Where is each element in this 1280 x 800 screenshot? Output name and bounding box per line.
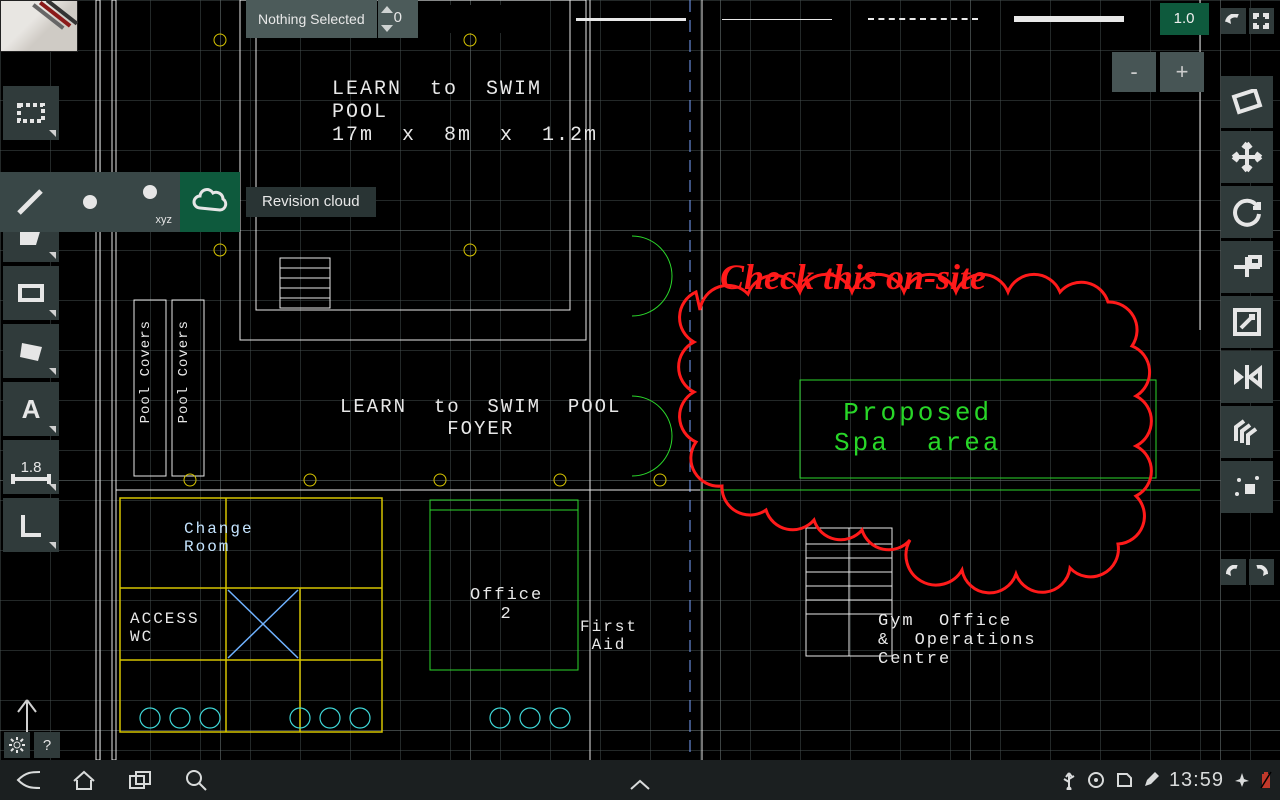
label-accesswc: ACCESS WC: [130, 610, 200, 646]
nav-recent[interactable]: [112, 760, 168, 800]
zoom-in-button[interactable]: +: [1160, 52, 1204, 92]
expand-icon: [49, 542, 56, 549]
label-change: Change Room: [184, 520, 254, 556]
tool-align[interactable]: [1221, 241, 1273, 293]
annotation-check: Check this on-site: [720, 256, 986, 298]
tool-offset[interactable]: [1221, 406, 1273, 458]
markup-flyout: xyz Revision cloud: [0, 172, 376, 232]
flyout-label: Revision cloud: [246, 187, 376, 217]
tool-erase[interactable]: [1221, 76, 1273, 128]
selection-status[interactable]: Nothing Selected: [246, 0, 377, 38]
drawing-thumbnail[interactable]: [0, 0, 78, 52]
label-office2: Office 2: [470, 586, 543, 624]
tool-revision-cloud[interactable]: [180, 172, 240, 232]
tool-rectangle[interactable]: [3, 266, 59, 320]
tool-explode[interactable]: [1221, 461, 1273, 513]
usb-icon: [1061, 770, 1077, 790]
clock: 13:59: [1169, 769, 1224, 792]
expand-icon: [49, 484, 56, 491]
nav-search[interactable]: [168, 760, 224, 800]
lineweight-value[interactable]: 1.0: [1160, 3, 1209, 35]
nav-home[interactable]: [56, 760, 112, 800]
battery-icon: [1260, 771, 1272, 789]
right-toolbar: [1220, 8, 1274, 585]
tool-line[interactable]: [0, 172, 60, 232]
label-firstaid: First Aid: [580, 618, 638, 654]
color-swatch[interactable]: [450, 5, 542, 33]
step-back-button[interactable]: [1221, 559, 1246, 585]
linetype-solid[interactable]: [576, 8, 686, 30]
tool-rotate[interactable]: [1221, 186, 1273, 238]
tool-move[interactable]: [1221, 131, 1273, 183]
label-pool: LEARN to SWIM POOL 17m x 8m x 1.2m: [332, 78, 598, 147]
linetype-heavy[interactable]: [1014, 8, 1124, 30]
tool-text[interactable]: A: [3, 382, 59, 436]
nav-back[interactable]: [0, 760, 56, 800]
tool-select[interactable]: [3, 86, 59, 140]
tool-mirror[interactable]: [1221, 351, 1273, 403]
expand-icon: [49, 310, 56, 317]
linetype-thin[interactable]: [722, 8, 832, 30]
status-icons[interactable]: 13:59: [1061, 769, 1280, 792]
counter-value: 0: [394, 9, 402, 26]
edit-icon: [1143, 772, 1159, 788]
left-toolbar: A 1.8: [0, 86, 62, 552]
undo-button[interactable]: [1221, 8, 1246, 34]
bottom-left-controls: ?: [4, 732, 60, 758]
zoom-controls: - +: [1112, 52, 1204, 92]
label-spa: Proposed Spa area: [834, 398, 1001, 458]
label-poolcovers1: Pool Covers: [138, 320, 154, 423]
tool-point[interactable]: [60, 172, 120, 232]
linetype-dashed[interactable]: [868, 8, 978, 30]
sync-icon: [1087, 771, 1105, 789]
expand-icon: [49, 368, 56, 375]
expand-icon: [49, 130, 56, 137]
step-fwd-button[interactable]: [1249, 559, 1274, 585]
cad-canvas[interactable]: LEARN to SWIM POOL 17m x 8m x 1.2m LEARN…: [0, 0, 1280, 760]
drawing-layer: [0, 0, 1280, 760]
system-bar: 13:59: [0, 760, 1280, 800]
expand-icon: [49, 426, 56, 433]
label-poolcovers2: Pool Covers: [176, 320, 192, 423]
settings-button[interactable]: [4, 732, 30, 758]
counter-spinner[interactable]: 0: [378, 0, 418, 38]
help-button[interactable]: ?: [34, 732, 60, 758]
label-gym: Gym Office & Operations Centre: [878, 612, 1037, 669]
spinner-up-icon[interactable]: [381, 6, 393, 13]
top-toolbar: Nothing Selected 0 1.0: [246, 0, 1209, 38]
tool-dimension[interactable]: 1.8: [3, 440, 59, 494]
tool-xyz[interactable]: xyz: [120, 172, 180, 232]
tool-perpendicular[interactable]: [3, 498, 59, 552]
expand-icon: [49, 252, 56, 259]
spinner-down-icon[interactable]: [381, 25, 393, 32]
tool-scale[interactable]: [1221, 296, 1273, 348]
airplane-icon: [1234, 772, 1250, 788]
zoom-out-button[interactable]: -: [1112, 52, 1156, 92]
fullscreen-button[interactable]: [1249, 8, 1274, 34]
sdcard-icon: [1115, 772, 1133, 788]
tool-polygon[interactable]: [3, 324, 59, 378]
label-foyer: LEARN to SWIM POOL FOYER: [340, 396, 621, 440]
expand-sysbar-icon[interactable]: [628, 778, 652, 792]
